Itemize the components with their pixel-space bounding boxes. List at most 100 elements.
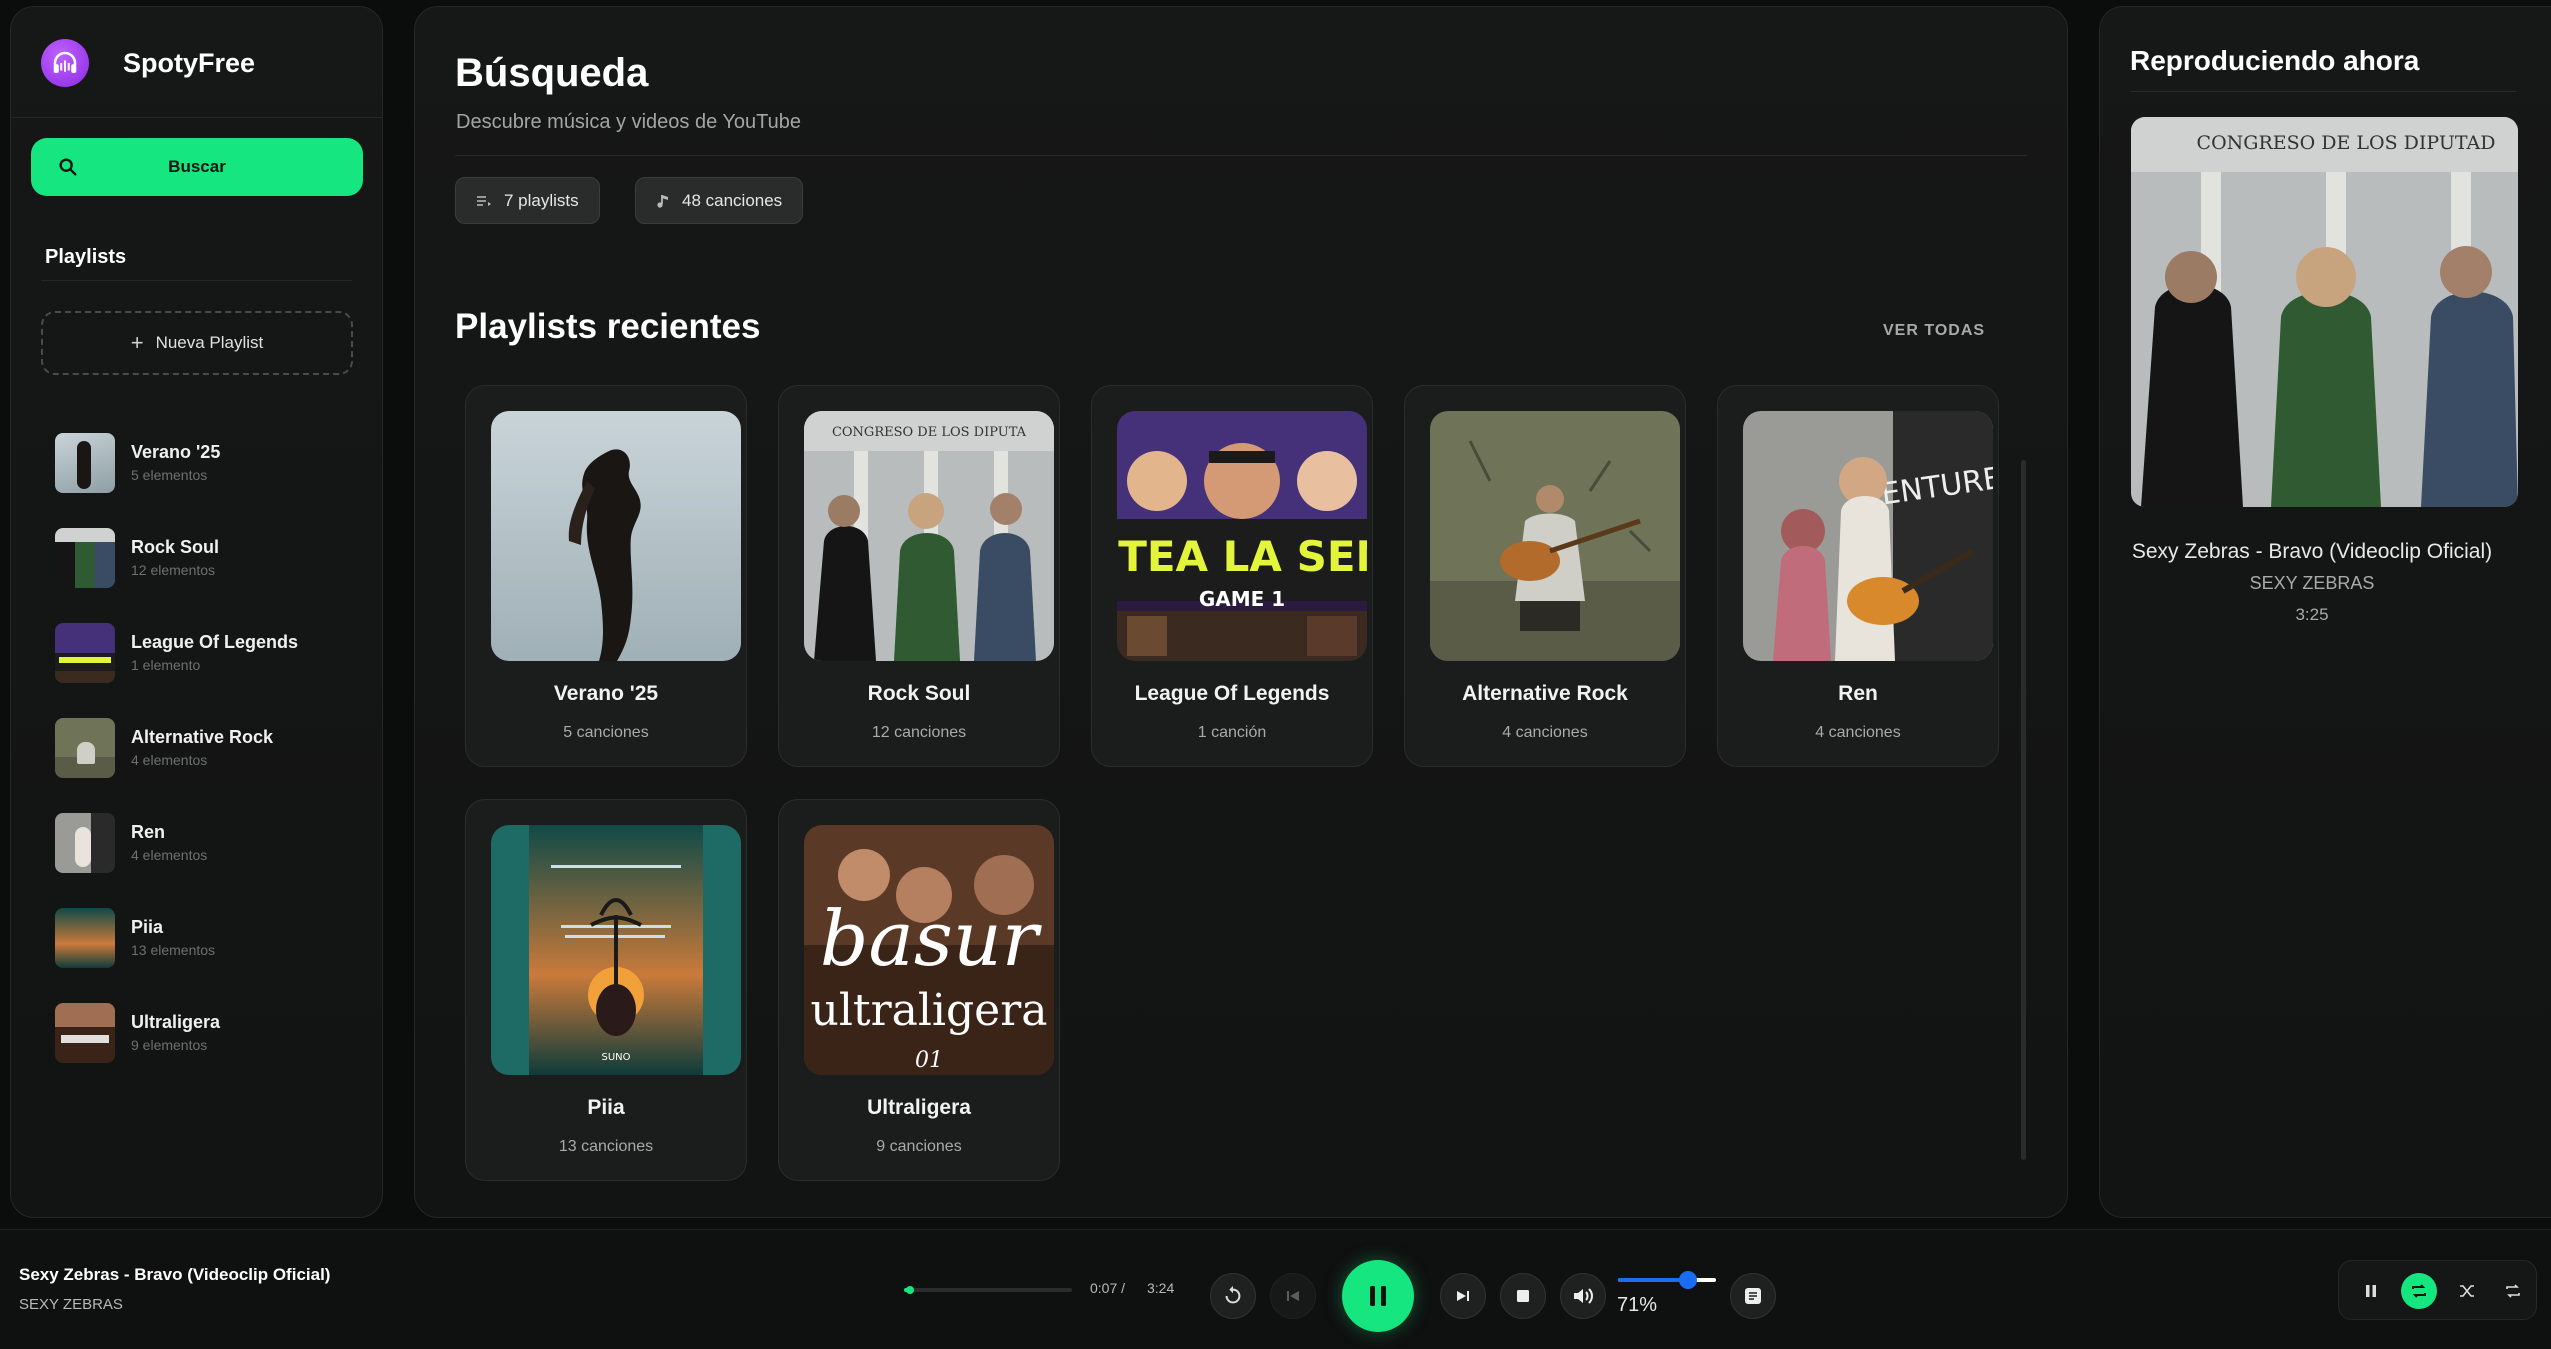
- recent-playlists-title: Playlists recientes: [455, 307, 761, 346]
- playlist-card-piia[interactable]: SUNO Piia 13 canciones: [465, 799, 747, 1181]
- volume-fill: [1618, 1278, 1688, 1282]
- playlist-card-verano[interactable]: Verano '25 5 canciones: [465, 385, 747, 767]
- brand[interactable]: SpotyFree: [41, 39, 255, 87]
- player-artist: SEXY ZEBRAS: [19, 1296, 123, 1313]
- songs-count-label: 48 canciones: [682, 190, 783, 210]
- card-count: 12 canciones: [871, 724, 967, 741]
- cover-number: 01: [915, 1048, 943, 1073]
- volume-button[interactable]: [1560, 1273, 1606, 1319]
- divider: [2130, 91, 2516, 92]
- sidebar-item-ultraligera[interactable]: Ultraligera 9 elementos: [55, 985, 298, 1080]
- previous-button[interactable]: [1270, 1273, 1316, 1319]
- sidebar-item-count: 4 elementos: [131, 752, 208, 768]
- playlist-thumbnail: [55, 432, 115, 493]
- queue-list-icon: [476, 194, 492, 208]
- playlist-cover: ASTEA LA SEMII GAME 1: [1117, 411, 1367, 661]
- sidebar-item-label: Ultraligera: [131, 1012, 221, 1032]
- search-button[interactable]: Buscar: [31, 138, 363, 196]
- playlist-cover: [1430, 411, 1680, 661]
- playlist-card-alternative-rock[interactable]: Alternative Rock 4 canciones: [1404, 385, 1686, 767]
- repeat-one-button[interactable]: [2495, 1273, 2531, 1309]
- playlist-thumbnail: [55, 812, 115, 873]
- playlists-count-chip[interactable]: 7 playlists: [455, 177, 600, 224]
- playlist-card-rock-soul[interactable]: CONGRESO DE LOS DIPUTA Rock Soul 12 canc…: [778, 385, 1060, 767]
- shuffle-icon: [2460, 1285, 2474, 1297]
- playlist-thumbnail: [55, 907, 115, 968]
- sidebar-item-count: 1 elemento: [131, 657, 201, 673]
- now-playing-artwork: CONGRESO DE LOS DIPUTAD: [2131, 117, 2518, 507]
- progress-bar[interactable]: [904, 1286, 1072, 1294]
- main-content: Búsqueda Descubre música y videos de You…: [414, 6, 2068, 1218]
- cover-text: ASTEA LA SEMII: [1117, 532, 1367, 581]
- sidebar: SpotyFree Buscar Playlists + Nueva Playl…: [10, 6, 383, 1218]
- search-icon: [57, 156, 79, 181]
- sidebar-playlist-list: Verano '25 5 elementos Rock Soul 12 elemen…: [55, 415, 298, 1080]
- stop-icon: [1517, 1290, 1529, 1302]
- volume-icon: [1574, 1288, 1593, 1304]
- replay-button[interactable]: [1210, 1273, 1256, 1319]
- cover-subtext: GAME 1: [1199, 587, 1285, 611]
- cover-text: basur: [820, 894, 1043, 983]
- volume-label: 71%: [1617, 1294, 1658, 1316]
- sidebar-item-label: Alternative Rock: [131, 727, 274, 747]
- sidebar-item-alternative-rock[interactable]: Alternative Rock 4 elementos: [55, 700, 298, 795]
- skip-next-icon: [1457, 1291, 1469, 1301]
- sidebar-item-count: 9 elementos: [131, 1037, 208, 1053]
- mini-controls: [2338, 1260, 2537, 1320]
- progress-handle[interactable]: [905, 1286, 914, 1294]
- card-count: 4 canciones: [1502, 724, 1588, 741]
- next-button[interactable]: [1440, 1273, 1486, 1319]
- music-note-icon: [656, 193, 670, 209]
- lyrics-button[interactable]: [1730, 1273, 1776, 1319]
- sidebar-item-label: Ren: [131, 822, 166, 842]
- skip-previous-icon: [1287, 1291, 1299, 1301]
- playlist-cover: ENTURE: [1743, 411, 1993, 661]
- repeat-icon: [2506, 1284, 2520, 1298]
- playlist-thumbnail: [55, 1002, 115, 1063]
- playlist-thumbnail: [55, 717, 115, 778]
- scrollbar[interactable]: [2021, 460, 2026, 1160]
- sidebar-item-piia[interactable]: Piia 13 elementos: [55, 890, 298, 985]
- player-bar: Sexy Zebras - Bravo (Videoclip Oficial) …: [0, 1229, 2551, 1349]
- playlist-card-league-of-legends[interactable]: ASTEA LA SEMII GAME 1 League Of Legends 1…: [1091, 385, 1373, 767]
- pause-icon: [1370, 1286, 1386, 1306]
- sidebar-item-count: 4 elementos: [131, 847, 208, 863]
- new-playlist-button[interactable]: + Nueva Playlist: [41, 311, 353, 375]
- cover-subtext: ultraligera: [811, 985, 1048, 1036]
- playlist-cover: CONGRESO DE LOS DIPUTA: [804, 411, 1054, 661]
- repeat-icon: [2412, 1284, 2426, 1298]
- divider: [41, 280, 352, 281]
- card-title: Ultraligera: [867, 1096, 971, 1119]
- headphones-icon: [41, 39, 89, 87]
- sidebar-item-count: 5 elementos: [131, 467, 208, 483]
- volume-slider[interactable]: [1618, 1271, 1716, 1289]
- lyrics-icon: [1745, 1288, 1761, 1304]
- stop-button[interactable]: [1500, 1273, 1546, 1319]
- sidebar-item-verano[interactable]: Verano '25 5 elementos: [55, 415, 298, 510]
- shuffle-button[interactable]: [2449, 1273, 2485, 1309]
- sidebar-item-league-of-legends[interactable]: League Of Legends 1 elemento: [55, 605, 298, 700]
- sidebar-item-count: 13 elementos: [131, 942, 216, 958]
- cover-text: SUNO: [601, 1052, 630, 1063]
- sidebar-item-label: Piia: [131, 917, 164, 937]
- repeat-button[interactable]: [2401, 1273, 2437, 1309]
- card-count: 9 canciones: [876, 1138, 962, 1155]
- now-playing-duration: 3:25: [2295, 605, 2329, 624]
- sidebar-item-rock-soul[interactable]: Rock Soul 12 elementos: [55, 510, 298, 605]
- pause-button[interactable]: [1342, 1260, 1414, 1332]
- now-playing-song: Sexy Zebras - Bravo (Videoclip Oficial): [2131, 540, 2493, 563]
- replay-icon: [1225, 1285, 1241, 1304]
- see-all-link[interactable]: VER TODAS: [1883, 322, 1985, 340]
- card-count: 5 canciones: [563, 724, 649, 741]
- volume-handle[interactable]: [1678, 1271, 1697, 1289]
- sidebar-item-ren[interactable]: Ren 4 elementos: [55, 795, 298, 890]
- playlist-card-ren[interactable]: ENTURE Ren 4 canciones: [1717, 385, 1999, 767]
- playlist-card-ultraligera[interactable]: basur ultraligera 01 Ultraligera 9 cancion…: [778, 799, 1060, 1181]
- songs-count-chip[interactable]: 48 canciones: [635, 177, 804, 224]
- card-title: Piia: [587, 1096, 625, 1119]
- page-title: Búsqueda: [455, 51, 649, 95]
- card-count: 1 canción: [1197, 724, 1267, 741]
- divider: [11, 117, 382, 118]
- mini-pause-button[interactable]: [2353, 1273, 2389, 1309]
- page-subtitle: Descubre música y videos de YouTube: [456, 111, 802, 133]
